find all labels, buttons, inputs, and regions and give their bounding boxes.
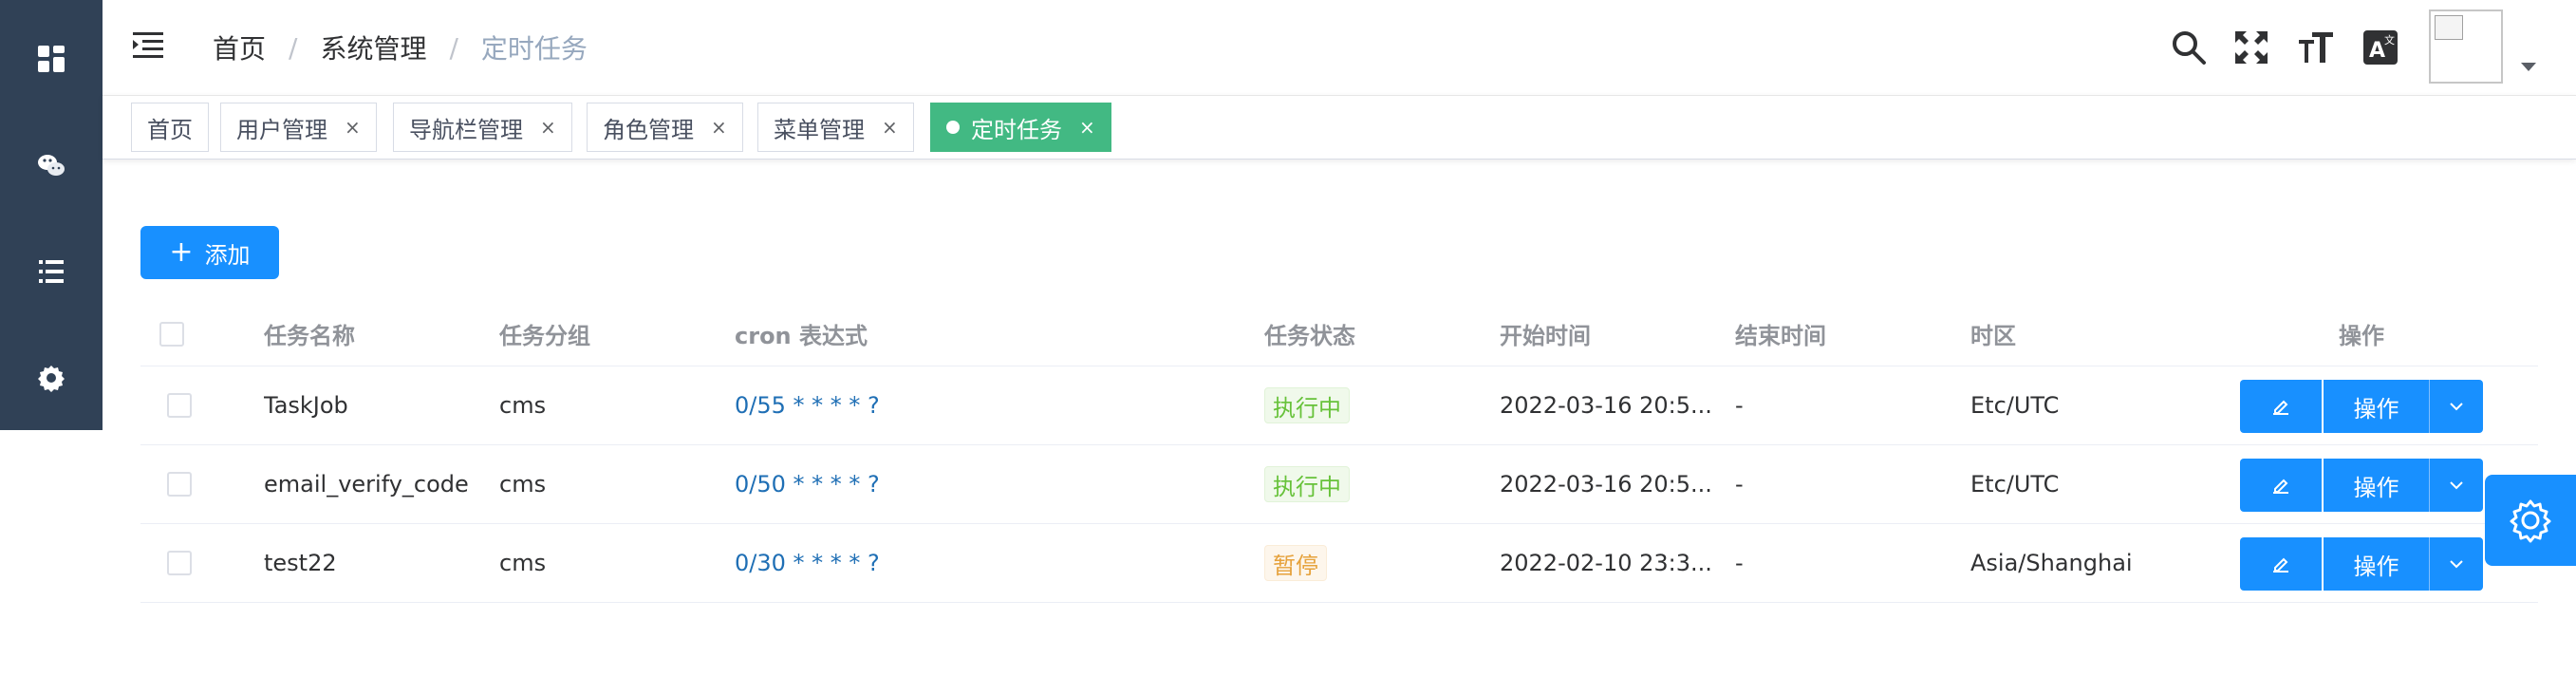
dashboard-icon[interactable] (0, 32, 103, 85)
edit-icon (2273, 400, 2288, 415)
chevron-down-icon (2450, 403, 2463, 411)
end-time: - (1735, 392, 1744, 419)
header-task-group: 任务分组 (499, 323, 590, 349)
task-name: TaskJob (264, 392, 348, 419)
tag-label: 角色管理 (603, 116, 694, 143)
header-timezone: 时区 (1970, 323, 2016, 349)
breadcrumb-separator: / (449, 31, 458, 64)
tag-role-management[interactable]: 角色管理 × (587, 103, 743, 152)
tag-home[interactable]: 首页 (131, 103, 209, 152)
operate-dropdown[interactable] (2430, 459, 2483, 512)
edit-icon (2273, 479, 2288, 494)
edit-button[interactable] (2240, 459, 2322, 512)
font-size-icon[interactable] (2295, 27, 2337, 68)
row-checkbox[interactable] (167, 393, 192, 418)
operate-button[interactable]: 操作 (2324, 380, 2430, 433)
broken-image-icon (2435, 15, 2463, 40)
tag-scheduled-tasks[interactable]: 定时任务 × (930, 103, 1111, 152)
header-start-time: 开始时间 (1500, 323, 1591, 349)
add-button[interactable]: + 添加 (140, 226, 279, 279)
row-checkbox[interactable] (167, 472, 192, 497)
close-icon[interactable]: × (345, 116, 361, 139)
search-icon[interactable] (2168, 27, 2210, 68)
select-all-checkbox[interactable] (159, 321, 184, 347)
end-time: - (1735, 550, 1744, 576)
operate-dropdown[interactable] (2430, 537, 2483, 591)
table-header: 任务名称 任务分组 cron 表达式 任务状态 开始时间 结束时间 时区 操作 (140, 302, 2538, 366)
breadcrumb-system-management[interactable]: 系统管理 (320, 28, 426, 66)
add-button-label: 添加 (204, 241, 251, 269)
header-cron: cron 表达式 (735, 323, 868, 349)
timezone: Etc/UTC (1970, 392, 2060, 419)
start-time: 2022-02-10 23:3... (1500, 550, 1712, 576)
caret-down-icon[interactable] (2521, 63, 2536, 71)
gear-icon[interactable] (0, 351, 103, 404)
cron-expression: 0/30 * * * * ? (735, 550, 880, 576)
tag-label: 导航栏管理 (409, 116, 523, 143)
header-end-time: 结束时间 (1735, 323, 1826, 349)
cron-expression: 0/50 * * * * ? (735, 471, 880, 498)
breadcrumb-current: 定时任务 (480, 33, 588, 65)
table-row: test22 cms 0/30 * * * * ? 暂停 2022-02-10 … (140, 524, 2538, 603)
start-time: 2022-03-16 20:5... (1500, 392, 1712, 419)
status-badge: 暂停 (1264, 545, 1327, 581)
table-row: email_verify_code cms 0/50 * * * * ? 执行中… (140, 445, 2538, 524)
tag-label: 首页 (147, 116, 193, 143)
tag-label: 用户管理 (236, 116, 327, 143)
edit-icon (2273, 557, 2288, 573)
active-dot-icon (946, 121, 960, 134)
status-badge: 执行中 (1264, 466, 1350, 502)
avatar[interactable] (2429, 9, 2503, 84)
status-badge: 执行中 (1264, 387, 1350, 423)
start-time: 2022-03-16 20:5... (1500, 471, 1712, 498)
sidebar (0, 0, 103, 430)
task-group: cms (499, 392, 547, 419)
edit-button[interactable] (2240, 380, 2322, 433)
timezone: Etc/UTC (1970, 471, 2060, 498)
header-task-name: 任务名称 (264, 323, 355, 349)
tag-label: 菜单管理 (774, 116, 865, 143)
task-name: test22 (264, 550, 337, 576)
list-icon[interactable] (0, 245, 103, 298)
tag-navbar-management[interactable]: 导航栏管理 × (393, 103, 572, 152)
edit-button[interactable] (2240, 537, 2322, 591)
chevron-down-icon (2450, 560, 2463, 569)
tag-menu-management[interactable]: 菜单管理 × (757, 103, 914, 152)
hamburger-icon[interactable] (131, 28, 165, 63)
table-row: TaskJob cms 0/55 * * * * ? 执行中 2022-03-1… (140, 366, 2538, 445)
svg-text:文: 文 (2384, 33, 2395, 47)
settings-button[interactable] (2485, 475, 2576, 566)
svg-text:A: A (2369, 39, 2385, 63)
task-name: email_verify_code (264, 471, 469, 498)
gear-icon (2510, 499, 2551, 543)
row-checkbox[interactable] (167, 551, 192, 575)
close-icon[interactable]: × (882, 116, 898, 139)
operate-button[interactable]: 操作 (2324, 459, 2430, 512)
end-time: - (1735, 471, 1744, 498)
task-group: cms (499, 550, 547, 576)
timezone: Asia/Shanghai (1970, 550, 2133, 576)
close-icon[interactable]: × (1079, 116, 1095, 139)
cron-expression: 0/55 * * * * ? (735, 392, 880, 419)
translate-icon[interactable]: A文 (2360, 27, 2401, 68)
tag-label: 定时任务 (971, 116, 1062, 143)
close-icon[interactable]: × (711, 116, 727, 139)
breadcrumb: 首页 / 系统管理 / 定时任务 (213, 28, 588, 66)
breadcrumb-home[interactable]: 首页 (213, 28, 266, 66)
header-actions: 操作 (2339, 323, 2384, 349)
operate-dropdown[interactable] (2430, 380, 2483, 433)
header-status: 任务状态 (1264, 323, 1355, 349)
plus-icon: + (169, 235, 194, 269)
chevron-down-icon (2450, 481, 2463, 490)
wechat-icon[interactable] (0, 139, 103, 192)
task-group: cms (499, 471, 547, 498)
operate-button[interactable]: 操作 (2324, 537, 2430, 591)
fullscreen-icon[interactable] (2231, 27, 2272, 68)
close-icon[interactable]: × (540, 116, 556, 139)
task-table: 任务名称 任务分组 cron 表达式 任务状态 开始时间 结束时间 时区 操作 … (140, 302, 2538, 603)
tag-user-management[interactable]: 用户管理 × (220, 103, 377, 152)
breadcrumb-separator: / (289, 31, 298, 64)
